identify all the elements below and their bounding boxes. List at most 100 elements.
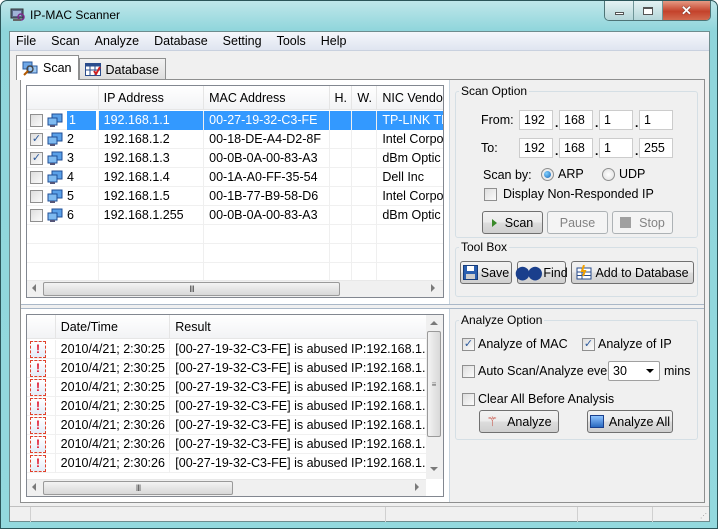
datetime-cell: 2010/4/21; 2:30:26 bbox=[56, 454, 171, 473]
display-nonresponded-checkbox[interactable]: Display Non-Responded IP bbox=[484, 187, 654, 201]
result-row[interactable]: ! 2010/4/21; 2:30:26 [00-27-19-32-C3-FE] i… bbox=[27, 435, 427, 454]
scan-table-row[interactable]: 5 192.168.1.5 00-1B-77-B9-58-D6 Intel Corpo bbox=[27, 187, 443, 206]
cell-mac: 00-27-19-32-C3-FE bbox=[204, 111, 330, 130]
scroll-up-icon[interactable] bbox=[430, 321, 438, 325]
scan-table-row[interactable]: 4 192.168.1.4 00-1A-A0-FF-35-54 Dell Inc bbox=[27, 168, 443, 187]
pause-button-label: Pause bbox=[559, 215, 596, 230]
dot: . bbox=[595, 116, 599, 130]
scroll-right-icon[interactable] bbox=[431, 284, 435, 292]
row-checkbox[interactable]: ✓ bbox=[30, 133, 43, 146]
cell-ip: 192.168.1.2 bbox=[99, 130, 205, 149]
stop-button[interactable]: Stop bbox=[612, 211, 673, 234]
to-octet-2[interactable]: 168 bbox=[559, 138, 593, 158]
cell-vendor: Intel Corpo bbox=[377, 130, 443, 149]
analyze-ip-checkbox[interactable]: ✓ Analyze of IP bbox=[582, 337, 672, 351]
results-vscroll-thumb[interactable]: ≡ bbox=[427, 331, 441, 437]
scan-table-row[interactable]: 6 192.168.1.255 00-0B-0A-00-83-A3 dBm Optic bbox=[27, 206, 443, 225]
status-pane-5 bbox=[653, 507, 701, 522]
pause-button[interactable]: Pause bbox=[547, 211, 608, 234]
menu-scan[interactable]: Scan bbox=[49, 32, 87, 50]
scan-table-row[interactable]: ✓ 2 192.168.1.2 00-18-DE-A4-D2-8F Intel Corp… bbox=[27, 130, 443, 149]
cell-ip: 192.168.1.5 bbox=[99, 187, 205, 206]
analyze-ip-check[interactable]: ✓ bbox=[582, 337, 595, 351]
scan-button[interactable]: Scan bbox=[482, 211, 543, 234]
result-row[interactable]: ! 2010/4/21; 2:30:26 [00-27-19-32-C3-FE] i… bbox=[27, 454, 427, 473]
empty-cell bbox=[204, 225, 330, 244]
menu-file[interactable]: File bbox=[14, 32, 43, 50]
arp-radio[interactable]: ARP bbox=[541, 167, 584, 181]
from-octet-1[interactable]: 192 bbox=[519, 110, 553, 130]
scan-table-scroll-thumb[interactable]: III bbox=[43, 282, 340, 296]
floppy-save-icon bbox=[462, 265, 478, 280]
to-octet-4[interactable]: 255 bbox=[639, 138, 673, 158]
row-number: 2 bbox=[67, 132, 74, 146]
results-vscrollbar[interactable]: ≡ bbox=[426, 315, 443, 479]
udp-radio-button[interactable] bbox=[602, 167, 615, 181]
col-status[interactable] bbox=[27, 315, 56, 339]
col-ip-address[interactable]: IP Address bbox=[99, 86, 205, 110]
analyze-mac-check[interactable]: ✓ bbox=[462, 337, 475, 351]
menu-setting[interactable]: Setting bbox=[221, 32, 269, 50]
row-checkbox[interactable] bbox=[30, 171, 43, 184]
results-hscrollbar[interactable]: III bbox=[27, 479, 426, 496]
from-octet-4[interactable]: 1 bbox=[639, 110, 673, 130]
scroll-down-icon[interactable] bbox=[430, 467, 438, 471]
add-to-database-label: Add to Database bbox=[595, 265, 689, 280]
scroll-left-icon[interactable] bbox=[32, 284, 36, 292]
clear-all-checkbox[interactable]: Clear All Before Analysis bbox=[462, 392, 614, 406]
maximize-button[interactable] bbox=[634, 1, 663, 20]
menu-tools[interactable]: Tools bbox=[275, 32, 313, 50]
from-octet-3[interactable]: 1 bbox=[599, 110, 633, 130]
row-checkbox[interactable] bbox=[30, 209, 43, 222]
analyze-mac-checkbox[interactable]: ✓ Analyze of MAC bbox=[462, 337, 568, 351]
add-to-database-button[interactable]: Add to Database bbox=[571, 261, 694, 284]
result-row[interactable]: ! 2010/4/21; 2:30:25 [00-27-19-32-C3-FE] i… bbox=[27, 397, 427, 416]
scan-table-hscrollbar[interactable]: III bbox=[27, 280, 443, 297]
result-row[interactable]: ! 2010/4/21; 2:30:26 [00-27-19-32-C3-FE] i… bbox=[27, 416, 427, 435]
col-select[interactable] bbox=[27, 86, 99, 110]
tab-strip: Scan Database bbox=[16, 55, 167, 80]
col-result[interactable]: Result bbox=[170, 315, 427, 339]
menu-database[interactable]: Database bbox=[152, 32, 215, 50]
menu-analyze[interactable]: Analyze bbox=[93, 32, 146, 50]
find-button[interactable]: ⬤⬤ Find bbox=[515, 261, 568, 284]
auto-scan-checkbox[interactable]: Auto Scan/Analyze every bbox=[462, 364, 618, 378]
minimize-button[interactable] bbox=[605, 1, 634, 20]
dot: . bbox=[635, 116, 639, 130]
close-button[interactable]: ✕ bbox=[663, 1, 710, 20]
auto-scan-check[interactable] bbox=[462, 364, 475, 378]
scroll-right-icon[interactable] bbox=[415, 483, 419, 491]
col-h[interactable]: H. bbox=[330, 86, 353, 110]
results-hscroll-thumb[interactable]: III bbox=[43, 481, 233, 495]
tab-scan[interactable]: Scan bbox=[16, 55, 79, 80]
analyze-button[interactable]: ⚚ Analyze bbox=[479, 410, 559, 433]
to-octet-1[interactable]: 192 bbox=[519, 138, 553, 158]
row-select-cell: 1 bbox=[27, 111, 99, 130]
arp-radio-button[interactable] bbox=[541, 167, 554, 181]
resize-grip-icon[interactable]: ⋰ bbox=[700, 512, 707, 520]
scan-table-row[interactable]: ✓ 3 192.168.1.3 00-0B-0A-00-83-A3 dBm Optic bbox=[27, 149, 443, 168]
udp-radio[interactable]: UDP bbox=[602, 167, 645, 181]
results-table-header: Date/Time Result bbox=[27, 315, 427, 339]
row-checkbox[interactable] bbox=[30, 114, 43, 127]
result-row[interactable]: ! 2010/4/21; 2:30:25 [00-27-19-32-C3-FE] i… bbox=[27, 340, 427, 359]
menu-help[interactable]: Help bbox=[319, 32, 354, 50]
scan-table-row[interactable]: 1 192.168.1.1 00-27-19-32-C3-FE TP-LINK TE bbox=[27, 111, 443, 130]
col-datetime[interactable]: Date/Time bbox=[56, 315, 171, 339]
to-octet-3[interactable]: 1 bbox=[599, 138, 633, 158]
scroll-left-icon[interactable] bbox=[32, 483, 36, 491]
col-mac-address[interactable]: MAC Address bbox=[204, 86, 330, 110]
result-row[interactable]: ! 2010/4/21; 2:30:25 [00-27-19-32-C3-FE] i… bbox=[27, 378, 427, 397]
tab-database[interactable]: Database bbox=[78, 58, 167, 80]
analyze-all-button[interactable]: Analyze All bbox=[587, 410, 673, 433]
row-checkbox[interactable]: ✓ bbox=[30, 152, 43, 165]
display-nonresponded-check[interactable] bbox=[484, 187, 497, 201]
from-octet-2[interactable]: 168 bbox=[559, 110, 593, 130]
save-button[interactable]: Save bbox=[460, 261, 512, 284]
interval-select[interactable]: 30 bbox=[608, 361, 660, 381]
clear-all-check[interactable] bbox=[462, 392, 475, 406]
col-w[interactable]: W. bbox=[352, 86, 378, 110]
row-checkbox[interactable] bbox=[30, 190, 43, 203]
col-nic-vendor[interactable]: NIC Vendo bbox=[377, 86, 443, 110]
result-row[interactable]: ! 2010/4/21; 2:30:25 [00-27-19-32-C3-FE] i… bbox=[27, 359, 427, 378]
